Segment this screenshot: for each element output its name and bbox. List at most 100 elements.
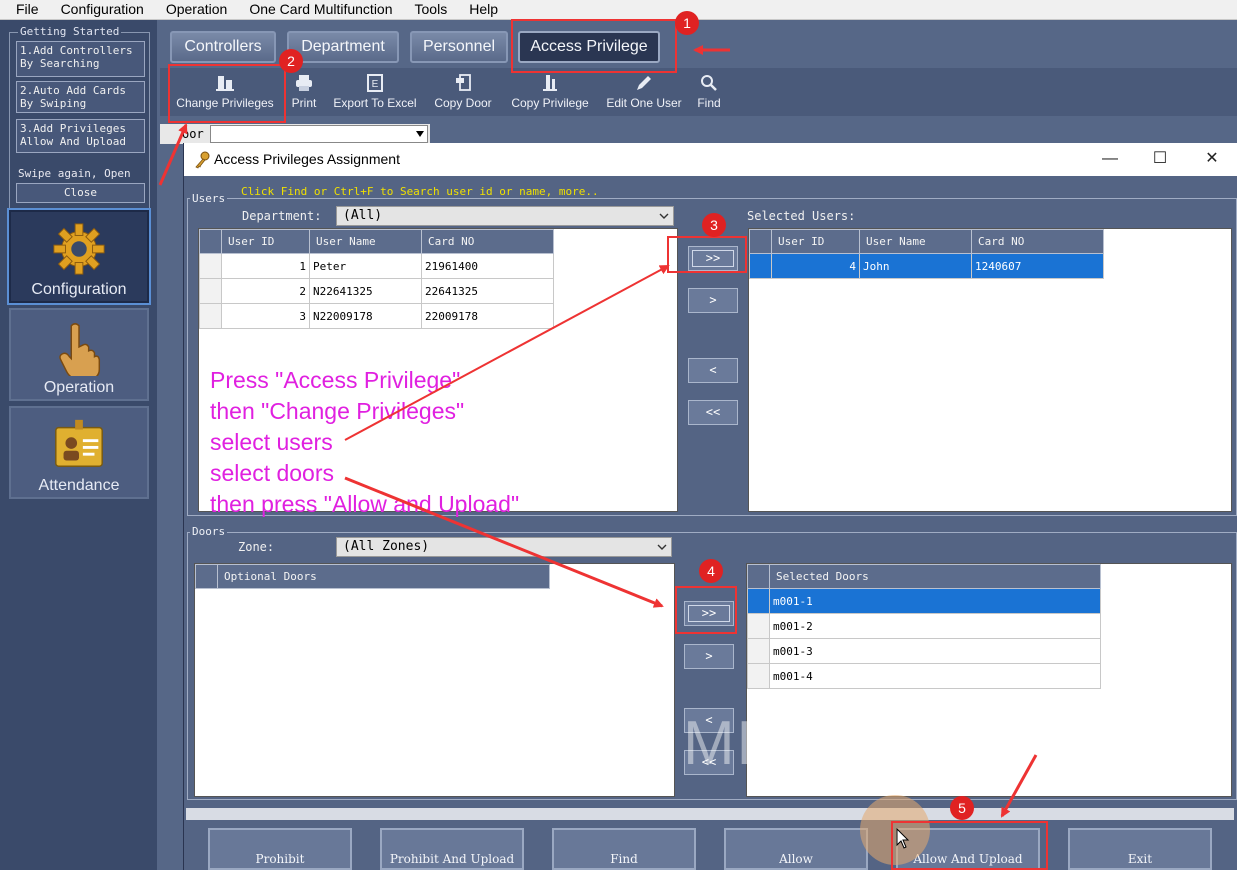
menu-file[interactable]: File bbox=[0, 0, 50, 20]
column-user-id[interactable]: User ID bbox=[771, 229, 860, 254]
instruction-line-5: then press "Allow and Upload" bbox=[210, 491, 520, 517]
remove-all-users-button[interactable]: << bbox=[688, 400, 738, 425]
door-name-cell: m001-3 bbox=[769, 638, 1101, 664]
table-row[interactable]: m001-4 bbox=[747, 663, 1101, 689]
table-row[interactable]: m001-1 bbox=[747, 588, 1101, 614]
step-badge-2: 2 bbox=[279, 49, 303, 73]
column-user-id[interactable]: User ID bbox=[221, 229, 310, 254]
column-card-no[interactable]: Card NO bbox=[421, 229, 554, 254]
nav-operation-label: Operation bbox=[43, 379, 115, 396]
add-privileges-button[interactable]: 3.Add Privileges Allow And Upload bbox=[16, 119, 145, 153]
dialog-title: Access Privileges Assignment bbox=[214, 151, 400, 167]
user-name-cell: N22009178 bbox=[309, 303, 422, 329]
edit-one-user-button[interactable]: Edit One User bbox=[602, 74, 686, 114]
prohibit-button[interactable]: Prohibit bbox=[208, 828, 352, 870]
search-icon bbox=[701, 75, 717, 91]
door-select[interactable] bbox=[210, 125, 428, 143]
nav-operation[interactable]: Operation bbox=[9, 308, 149, 401]
watermark: MENGQI-Control bbox=[683, 709, 1183, 778]
column-card-no[interactable]: Card NO bbox=[971, 229, 1104, 254]
copy-privilege-button[interactable]: Copy Privilege bbox=[506, 74, 594, 114]
highlight-allow-and-upload bbox=[891, 821, 1048, 870]
horizontal-scrollbar[interactable] bbox=[186, 808, 1234, 820]
nav-configuration[interactable]: Configuration bbox=[7, 208, 151, 305]
selected-doors-header-row: Selected Doors bbox=[747, 564, 1101, 589]
table-row[interactable]: 4 John 1240607 bbox=[749, 253, 1104, 279]
add-user-label: > bbox=[709, 293, 717, 307]
table-row[interactable]: m001-2 bbox=[747, 613, 1101, 639]
door-name-cell: m001-2 bbox=[769, 613, 1101, 639]
user-id-cell: 3 bbox=[221, 303, 310, 329]
key-icon bbox=[195, 151, 210, 169]
maximize-button[interactable]: ☐ bbox=[1148, 148, 1172, 170]
column-optional-doors[interactable]: Optional Doors bbox=[217, 564, 550, 589]
table-row[interactable]: 3 N22009178 22009178 bbox=[199, 303, 554, 329]
card-no-cell: 21961400 bbox=[421, 253, 554, 279]
row-header bbox=[199, 278, 222, 304]
highlight-access-privilege bbox=[511, 19, 677, 73]
chevron-down-icon bbox=[657, 544, 667, 550]
allow-button[interactable]: Allow bbox=[724, 828, 868, 870]
table-row[interactable]: 1 Peter 21961400 bbox=[199, 253, 554, 279]
find-toolbar-button[interactable]: Find bbox=[694, 74, 724, 114]
pencil-icon bbox=[637, 76, 651, 90]
minimize-button[interactable]: — bbox=[1098, 148, 1122, 170]
dialog-titlebar: Access Privileges Assignment — ☐ ✕ bbox=[184, 143, 1237, 176]
row-header bbox=[747, 588, 770, 614]
instruction-line-4: select doors bbox=[210, 460, 335, 486]
exit-button[interactable]: Exit bbox=[1068, 828, 1212, 870]
users-header-row: User ID User Name Card NO bbox=[199, 229, 554, 254]
id-badge-icon bbox=[55, 419, 103, 467]
card-no-cell: 1240607 bbox=[971, 253, 1104, 279]
door-name-cell: m001-4 bbox=[769, 663, 1101, 689]
column-user-name[interactable]: User Name bbox=[859, 229, 972, 254]
users-legend: Users bbox=[190, 192, 228, 205]
add-controllers-button[interactable]: 1.Add Controllers By Searching bbox=[16, 41, 145, 77]
tab-controllers[interactable]: Controllers bbox=[170, 31, 276, 63]
zone-select[interactable]: (All Zones) bbox=[336, 537, 672, 557]
column-selected-doors[interactable]: Selected Doors bbox=[769, 564, 1101, 589]
optional-doors-list[interactable]: Optional Doors bbox=[194, 563, 675, 797]
table-row[interactable]: 2 N22641325 22641325 bbox=[199, 278, 554, 304]
card-no-cell: 22641325 bbox=[421, 278, 554, 304]
close-button[interactable]: ✕ bbox=[1200, 148, 1224, 170]
auto-add-cards-button[interactable]: 2.Auto Add Cards By Swiping bbox=[16, 81, 145, 113]
instruction-line-1: Press "Access Privilege" bbox=[210, 367, 461, 393]
copy-privilege-icon bbox=[543, 75, 557, 91]
tab-department[interactable]: Department bbox=[287, 31, 399, 63]
step-badge-3: 3 bbox=[702, 213, 726, 237]
user-id-cell: 1 bbox=[221, 253, 310, 279]
find-button[interactable]: Find bbox=[552, 828, 696, 870]
menu-operation[interactable]: Operation bbox=[155, 0, 238, 20]
edit-one-user-label: Edit One User bbox=[606, 96, 682, 110]
svg-text:E: E bbox=[372, 79, 379, 90]
swipe-again-text: Swipe again, Open bbox=[18, 167, 131, 180]
tab-personnel[interactable]: Personnel bbox=[410, 31, 508, 63]
selected-users-label: Selected Users: bbox=[747, 209, 856, 223]
row-header bbox=[749, 253, 772, 279]
zone-value: (All Zones) bbox=[343, 539, 430, 554]
nav-attendance[interactable]: Attendance bbox=[9, 406, 149, 499]
menu-one-card-multifunction[interactable]: One Card Multifunction bbox=[238, 0, 403, 20]
add-door-button[interactable]: > bbox=[684, 644, 734, 669]
prohibit-and-upload-button[interactable]: Prohibit And Upload bbox=[380, 828, 524, 870]
toolbar: Change Privileges Print E Export To Exce… bbox=[160, 68, 1237, 116]
close-getting-started-button[interactable]: Close bbox=[16, 183, 145, 203]
column-user-name[interactable]: User Name bbox=[309, 229, 422, 254]
gear-icon bbox=[53, 223, 105, 275]
nav-attendance-label: Attendance bbox=[38, 477, 120, 494]
department-select[interactable]: (All) bbox=[336, 206, 674, 226]
menu-tools[interactable]: Tools bbox=[404, 0, 459, 20]
copy-door-button[interactable]: Copy Door bbox=[430, 74, 496, 114]
export-to-excel-button[interactable]: E Export To Excel bbox=[328, 74, 422, 114]
selected-users-list[interactable]: User ID User Name Card NO 4 John 1240607 bbox=[748, 228, 1232, 512]
add-user-button[interactable]: > bbox=[688, 288, 738, 313]
menu-configuration[interactable]: Configuration bbox=[50, 0, 155, 20]
row-header bbox=[747, 613, 770, 639]
table-row[interactable]: m001-3 bbox=[747, 638, 1101, 664]
print-button[interactable]: Print bbox=[286, 74, 322, 114]
step-badge-5: 5 bbox=[950, 796, 974, 820]
menu-help[interactable]: Help bbox=[458, 0, 509, 20]
chevron-down-icon bbox=[416, 131, 424, 137]
remove-user-button[interactable]: < bbox=[688, 358, 738, 383]
